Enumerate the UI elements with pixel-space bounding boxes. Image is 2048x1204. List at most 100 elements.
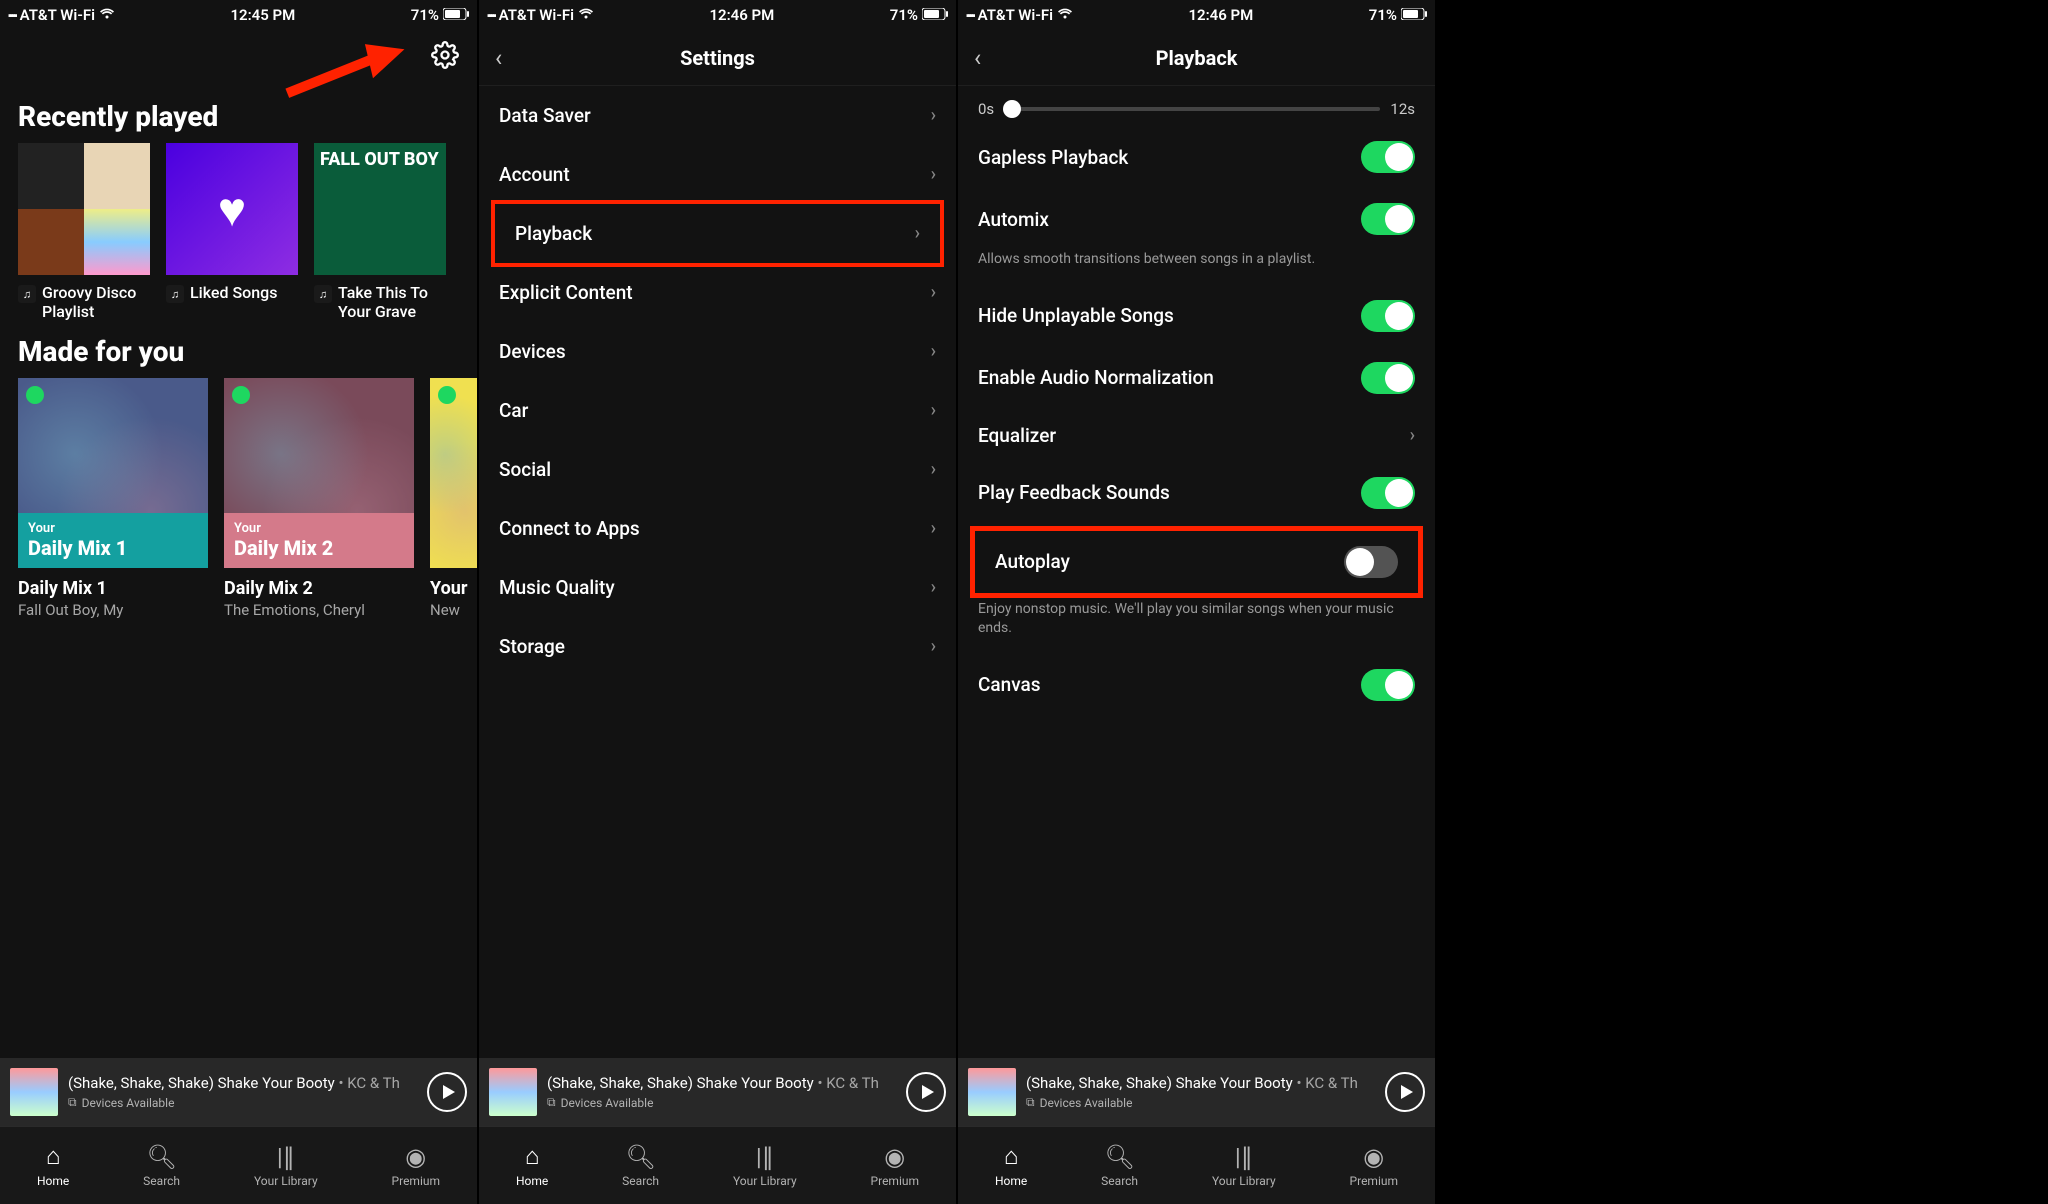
play-button[interactable] [427, 1072, 467, 1112]
toggle-hide-unplayable-songs[interactable] [1361, 300, 1415, 332]
settings-list: Data Saver›Account›Playback›Explicit Con… [479, 86, 956, 1058]
battery-icon [1401, 6, 1427, 24]
playback-row-autoplay: Autoplay [975, 531, 1418, 593]
settings-row-connect-to-apps[interactable]: Connect to Apps› [479, 499, 956, 558]
settings-row-label: Car [499, 399, 528, 422]
battery-pct: 71% [411, 6, 439, 24]
devices-available[interactable]: ⧉Devices Available [547, 1095, 896, 1110]
slider-min: 0s [978, 100, 994, 118]
settings-row-social[interactable]: Social › [479, 440, 956, 499]
back-button[interactable]: ‹ [495, 44, 502, 72]
setting-description: Allows smooth transitions between songs … [958, 250, 1435, 285]
playlist-icon: ♫ [166, 285, 184, 303]
nav-search[interactable]: 🔍︎Search [143, 1144, 180, 1188]
toggle-gapless-playback[interactable] [1361, 141, 1415, 173]
nav-home[interactable]: ⌂Home [37, 1144, 69, 1188]
wifi-icon [99, 6, 115, 24]
devices-icon: ⧉ [547, 1095, 556, 1110]
toggle-autoplay[interactable] [1344, 546, 1398, 578]
crossfade-slider-row: 0s 12s [958, 86, 1435, 126]
daily-mix-card[interactable]: YourDaily Mix 2 Daily Mix 2 The Emotions… [224, 378, 414, 619]
nav-premium[interactable]: ◉Premium [871, 1144, 919, 1188]
playback-row-canvas: Canvas [958, 654, 1435, 716]
nav-premium[interactable]: ◉Premium [392, 1144, 440, 1188]
daily-mix-card[interactable]: YourDaily Mix 1 Daily Mix 1 Fall Out Boy… [18, 378, 208, 619]
recently-played-row: ♫Groovy Disco Playlist ♥ ♫Liked Songs FA… [0, 143, 477, 321]
chevron-right-icon: › [931, 400, 936, 421]
settings-row-music-quality[interactable]: Music Quality› [479, 558, 956, 617]
playlist-icon: ♫ [18, 285, 36, 303]
setting-description: Enjoy nonstop music. We'll play you simi… [958, 600, 1435, 654]
library-icon: |∥ [756, 1144, 774, 1170]
bottom-nav: ⌂Home 🔍︎Search |∥Your Library ◉Premium [479, 1126, 956, 1204]
setting-label: Play Feedback Sounds [978, 481, 1170, 504]
battery-icon [443, 6, 469, 24]
screen-settings: ▪▪▪▪AT&T Wi-Fi 12:46 PM 71% ‹ Settings D… [479, 0, 958, 1204]
settings-row-explicit-content[interactable]: Explicit Content› [479, 263, 956, 322]
liked-songs-card[interactable]: ♥ ♫Liked Songs [166, 143, 298, 321]
screen-home: ▪▪▪▪ AT&T Wi-Fi 12:45 PM 71% Recently pl… [0, 0, 479, 1204]
devices-available[interactable]: ⧉Devices Available [1026, 1095, 1375, 1110]
chevron-right-icon: › [931, 164, 936, 185]
settings-row-devices[interactable]: Devices› [479, 322, 956, 381]
settings-row-data-saver[interactable]: Data Saver› [479, 86, 956, 145]
back-button[interactable]: ‹ [974, 44, 981, 72]
status-bar: ▪▪▪▪AT&T Wi-Fi 12:46 PM 71% [958, 0, 1435, 30]
settings-row-account[interactable]: Account› [479, 145, 956, 204]
setting-label: Canvas [978, 673, 1041, 696]
crossfade-slider[interactable] [1004, 107, 1380, 111]
cover-art: ♥ [166, 143, 298, 275]
now-playing-bar[interactable]: (Shake, Shake, Shake) Shake Your Booty •… [0, 1058, 477, 1126]
devices-available[interactable]: ⧉Devices Available [68, 1095, 417, 1110]
slider-max: 12s [1390, 100, 1415, 118]
playback-row-equalizer[interactable]: Equalizer› [958, 409, 1435, 462]
carrier-label: AT&T Wi-Fi [20, 6, 95, 24]
now-playing-bar[interactable]: (Shake, Shake, Shake) Shake Your Booty •… [958, 1058, 1435, 1126]
setting-label: Autoplay [995, 550, 1070, 573]
signal-icon: ▪▪▪▪ [487, 9, 495, 22]
search-icon: 🔍︎ [1104, 1144, 1134, 1170]
settings-row-playback[interactable]: Playback› [491, 200, 944, 267]
library-icon: |∥ [1235, 1144, 1253, 1170]
settings-row-storage[interactable]: Storage› [479, 617, 956, 676]
spotify-badge-icon [26, 386, 44, 404]
nav-search[interactable]: 🔍︎Search [1101, 1144, 1138, 1188]
nav-library[interactable]: |∥Your Library [733, 1144, 797, 1188]
nav-search[interactable]: 🔍︎Search [622, 1144, 659, 1188]
daily-mix-card[interactable]: Your New [430, 378, 477, 619]
nav-premium[interactable]: ◉Premium [1350, 1144, 1398, 1188]
search-icon: 🔍︎ [146, 1144, 176, 1170]
playlist-card[interactable]: ♫Groovy Disco Playlist [18, 143, 150, 321]
settings-row-label: Social [499, 458, 551, 481]
cover-art: FALL OUT BOY [314, 143, 446, 275]
chevron-right-icon: › [931, 459, 936, 480]
spotify-badge-icon [438, 386, 456, 404]
page-title: Settings [680, 46, 755, 70]
toggle-automix[interactable] [1361, 203, 1415, 235]
settings-row-car[interactable]: Car › [479, 381, 956, 440]
setting-label: Hide Unplayable Songs [978, 304, 1174, 327]
now-playing-title: (Shake, Shake, Shake) Shake Your Booty •… [1026, 1074, 1375, 1092]
nav-library[interactable]: |∥Your Library [1212, 1144, 1276, 1188]
play-button[interactable] [906, 1072, 946, 1112]
signal-icon: ▪▪▪▪ [966, 9, 974, 22]
toggle-canvas[interactable] [1361, 669, 1415, 701]
settings-gear-icon[interactable] [431, 41, 459, 76]
signal-icon: ▪▪▪▪ [8, 9, 16, 22]
chevron-right-icon: › [931, 518, 936, 539]
now-playing-title: (Shake, Shake, Shake) Shake Your Booty •… [547, 1074, 896, 1092]
home-icon: ⌂ [1004, 1144, 1019, 1170]
toggle-play-feedback-sounds[interactable] [1361, 477, 1415, 509]
slider-thumb[interactable] [1003, 100, 1021, 118]
nav-home[interactable]: ⌂Home [995, 1144, 1027, 1188]
album-card[interactable]: FALL OUT BOY ♫Take This To Your Grave [314, 143, 446, 321]
nav-library[interactable]: |∥Your Library [254, 1144, 318, 1188]
toggle-enable-audio-normalization[interactable] [1361, 362, 1415, 394]
now-playing-bar[interactable]: (Shake, Shake, Shake) Shake Your Booty •… [479, 1058, 956, 1126]
playback-header: ‹ Playback [958, 30, 1435, 86]
chevron-right-icon: › [931, 282, 936, 303]
play-button[interactable] [1385, 1072, 1425, 1112]
wifi-icon [1057, 6, 1073, 24]
devices-icon: ⧉ [1026, 1095, 1035, 1110]
nav-home[interactable]: ⌂Home [516, 1144, 548, 1188]
